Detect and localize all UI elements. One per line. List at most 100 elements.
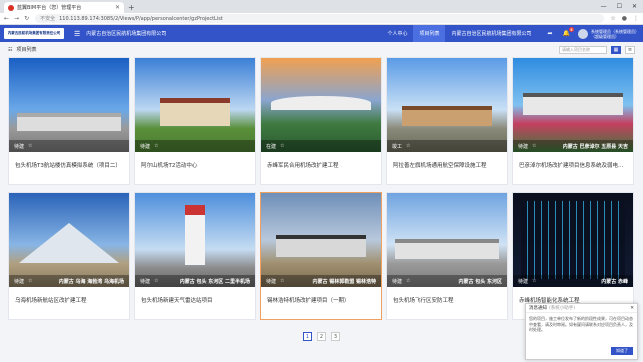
page-button[interactable]: 1 xyxy=(303,332,312,341)
status-badge: 待建 xyxy=(392,278,403,285)
project-card[interactable]: 待建 ☆ 包头机场T3航站楼仿真模拟系统（项目二） xyxy=(8,57,130,185)
nav-project-list[interactable]: 项目列表 xyxy=(413,25,446,42)
forward-icon[interactable]: → xyxy=(14,15,19,22)
project-name[interactable]: 锡林浩特机场改扩建项目（一期） xyxy=(261,287,381,313)
project-thumbnail[interactable]: 待建 ☆ 内蒙古 乌海 海勃湾 乌海机场 xyxy=(9,193,129,287)
project-card[interactable]: 竣工 ☆ 阿拉善左旗机场通用航空保障设施工程 xyxy=(386,57,508,185)
status-badge: 竣工 xyxy=(392,143,403,150)
app-logo: 内蒙古民航机场集团有限责任公司 xyxy=(4,28,64,39)
grid-view-button[interactable]: ▦ xyxy=(611,45,621,54)
thumbnail-overlay: 待建 ☆ 内蒙古 锡林郭勒盟 锡林浩特 xyxy=(261,275,381,287)
project-thumbnail[interactable]: 待建 ☆ xyxy=(9,58,129,152)
project-card[interactable]: 待建 ☆ 内蒙古 赤峰 赤峰机场智能化系统工程 xyxy=(512,192,634,320)
project-name[interactable]: 阿尔山机场T2活动中心 xyxy=(135,152,255,178)
project-card[interactable]: 待建 ☆ 内蒙古 包头 东河区 包头机场飞行区安防工程 xyxy=(386,192,508,320)
project-name[interactable]: 包头机场T3航站楼仿真模拟系统（项目二） xyxy=(9,152,129,178)
list-title: 项目列表 xyxy=(16,47,37,53)
status-badge: 待建 xyxy=(518,143,529,150)
back-icon[interactable]: ← xyxy=(4,15,9,22)
project-card[interactable]: 待建 ☆ 内蒙古 包头 东河区 二里半机场 包头机场新建天气雷达站项目 xyxy=(134,192,256,320)
bell-icon[interactable]: 🔔 5 xyxy=(563,27,574,37)
reload-icon[interactable]: ↻ xyxy=(24,15,29,22)
project-name[interactable]: 包头机场飞行区安防工程 xyxy=(387,287,507,313)
user-menu[interactable]: 系统管理员（系统管理员） （超级管理员） xyxy=(578,28,639,39)
tab-title: 蓝翼BIM平台（您）管理平台 xyxy=(17,5,82,11)
org-selector[interactable]: 内蒙古自治区民航机场集团有限公司 xyxy=(86,30,166,37)
favorite-star-icon[interactable]: ☆ xyxy=(532,143,536,149)
menu-icon[interactable]: ☰ xyxy=(74,30,80,38)
favorite-star-icon[interactable]: ☆ xyxy=(28,143,32,149)
favorite-star-icon[interactable]: ☆ xyxy=(28,278,32,284)
new-tab-icon[interactable]: + xyxy=(128,2,135,13)
project-thumbnail[interactable]: 待建 ☆ 内蒙古 赤峰 xyxy=(513,193,633,287)
address-bar: ← → ↻ 不安全 110.113.89.174:3085/2/Views/P/… xyxy=(0,13,643,25)
project-name[interactable]: 包头机场新建天气雷达站项目 xyxy=(135,287,255,313)
project-name[interactable]: 阿拉善左旗机场通用航空保障设施工程 xyxy=(387,152,507,178)
list-icon: ☷ xyxy=(8,46,13,53)
favorite-star-icon[interactable]: ☆ xyxy=(280,143,284,149)
status-badge: 待建 xyxy=(14,278,25,285)
project-name[interactable]: 乌海机场新航站区改扩建工程 xyxy=(9,287,129,313)
project-thumbnail[interactable]: 待建 ☆ 内蒙古 巴彦淖尔 五原县 天吉 xyxy=(513,58,633,152)
notification-count: 5 xyxy=(569,27,574,32)
status-badge: 在建 xyxy=(266,143,277,150)
browser-tab[interactable]: 蓝翼BIM平台（您）管理平台 ✕ xyxy=(4,2,124,13)
project-card[interactable]: 待建 ☆ 内蒙古 锡林郭勒盟 锡林浩特 锡林浩特机场改扩建项目（一期） xyxy=(260,192,382,320)
status-badge: 待建 xyxy=(140,278,151,285)
project-thumbnail[interactable]: 竣工 ☆ xyxy=(387,58,507,152)
browser-tab-strip: 蓝翼BIM平台（您）管理平台 ✕ + — ☐ ✕ xyxy=(0,0,643,13)
project-card[interactable]: 待建 ☆ 内蒙古 乌海 海勃湾 乌海机场 乌海机场新航站区改扩建工程 xyxy=(8,192,130,320)
project-name[interactable]: 巴彦淖尔机场改扩建项目信息系统及弱电工程 xyxy=(513,152,633,178)
project-thumbnail[interactable]: 待建 ☆ xyxy=(135,58,255,152)
thumbnail-overlay: 竣工 ☆ xyxy=(387,140,507,152)
notice-popup: 消息通知 (系统小助手) ✕ 您的项目，施工单位发布了新的阶段性成果，可在项目动… xyxy=(525,303,638,360)
project-card[interactable]: 待建 ☆ 阿尔山机场T2活动中心 xyxy=(134,57,256,185)
project-name[interactable]: 赤峰军民合用机场改扩建工程 xyxy=(261,152,381,178)
thumbnail-overlay: 待建 ☆ xyxy=(9,140,129,152)
favicon-icon xyxy=(8,4,14,11)
list-view-button[interactable]: ≡ xyxy=(625,45,635,54)
favorite-star-icon[interactable]: ☆ xyxy=(154,143,158,149)
project-card[interactable]: 待建 ☆ 内蒙古 巴彦淖尔 五原县 天吉 巴彦淖尔机场改扩建项目信息系统及弱电工… xyxy=(512,57,634,185)
page-button[interactable]: 2 xyxy=(317,332,326,341)
acknowledge-button[interactable]: 知道了 xyxy=(611,347,633,355)
thumbnail-overlay: 待建 ☆ xyxy=(135,140,255,152)
close-tab-icon[interactable]: ✕ xyxy=(115,4,120,11)
project-thumbnail[interactable]: 待建 ☆ 内蒙古 锡林郭勒盟 锡林浩特 xyxy=(261,193,381,287)
project-thumbnail[interactable]: 待建 ☆ 内蒙古 包头 东河区 xyxy=(387,193,507,287)
share-icon[interactable]: ➦ xyxy=(547,30,552,37)
maximize-icon[interactable]: ☐ xyxy=(617,3,622,10)
project-card[interactable]: 在建 ☆ 赤峰军民合用机场改扩建工程 xyxy=(260,57,382,185)
search-input[interactable]: 请输入项目名称 xyxy=(559,45,607,54)
status-badge: 待建 xyxy=(518,278,529,285)
user-name: 系统管理员（系统管理员） xyxy=(591,28,639,34)
url-field[interactable]: 不安全 110.113.89.174:3085/2/Views/P/app/pe… xyxy=(35,14,605,23)
close-window-icon[interactable]: ✕ xyxy=(632,3,637,10)
project-thumbnail[interactable]: 待建 ☆ 内蒙古 包头 东河区 二里半机场 xyxy=(135,193,255,287)
favorite-star-icon[interactable]: ☆ xyxy=(406,143,410,149)
star-icon[interactable]: ☆ xyxy=(610,15,615,22)
nav-org[interactable]: 内蒙古自治区民航机场集团有限公司 xyxy=(445,25,537,42)
location-caption: 内蒙古 锡林郭勒盟 锡林浩特 xyxy=(312,278,376,285)
location-caption: 内蒙古 乌海 海勃湾 乌海机场 xyxy=(58,278,124,285)
status-badge: 待建 xyxy=(140,143,151,150)
notice-subtitle: (系统小助手) xyxy=(549,306,576,311)
favorite-star-icon[interactable]: ☆ xyxy=(154,278,158,284)
app-header: 内蒙古民航机场集团有限责任公司 ☰ 内蒙古自治区民航机场集团有限公司 个人中心 … xyxy=(0,25,643,42)
project-thumbnail[interactable]: 在建 ☆ xyxy=(261,58,381,152)
favorite-star-icon[interactable]: ☆ xyxy=(532,278,536,284)
thumbnail-overlay: 待建 ☆ 内蒙古 乌海 海勃湾 乌海机场 xyxy=(9,275,129,287)
profile-icon[interactable]: ● xyxy=(622,15,627,22)
favorite-star-icon[interactable]: ☆ xyxy=(280,278,284,284)
more-icon[interactable]: ⋮ xyxy=(633,15,639,22)
security-warning: 不安全 xyxy=(40,16,56,22)
thumbnail-overlay: 待建 ☆ 内蒙古 包头 东河区 xyxy=(387,275,507,287)
close-icon[interactable]: ✕ xyxy=(630,306,634,311)
favorite-star-icon[interactable]: ☆ xyxy=(406,278,410,284)
minimize-icon[interactable]: — xyxy=(601,3,607,10)
thumbnail-overlay: 待建 ☆ 内蒙古 赤峰 xyxy=(513,275,633,287)
page-button[interactable]: 3 xyxy=(331,332,340,341)
nav-personal-center[interactable]: 个人中心 xyxy=(381,25,413,42)
project-grid: 待建 ☆ 包头机场T3航站楼仿真模拟系统（项目二） 待建 ☆ 阿尔山机场T2活动… xyxy=(6,57,637,320)
location-caption: 内蒙古 赤峰 xyxy=(601,278,628,285)
